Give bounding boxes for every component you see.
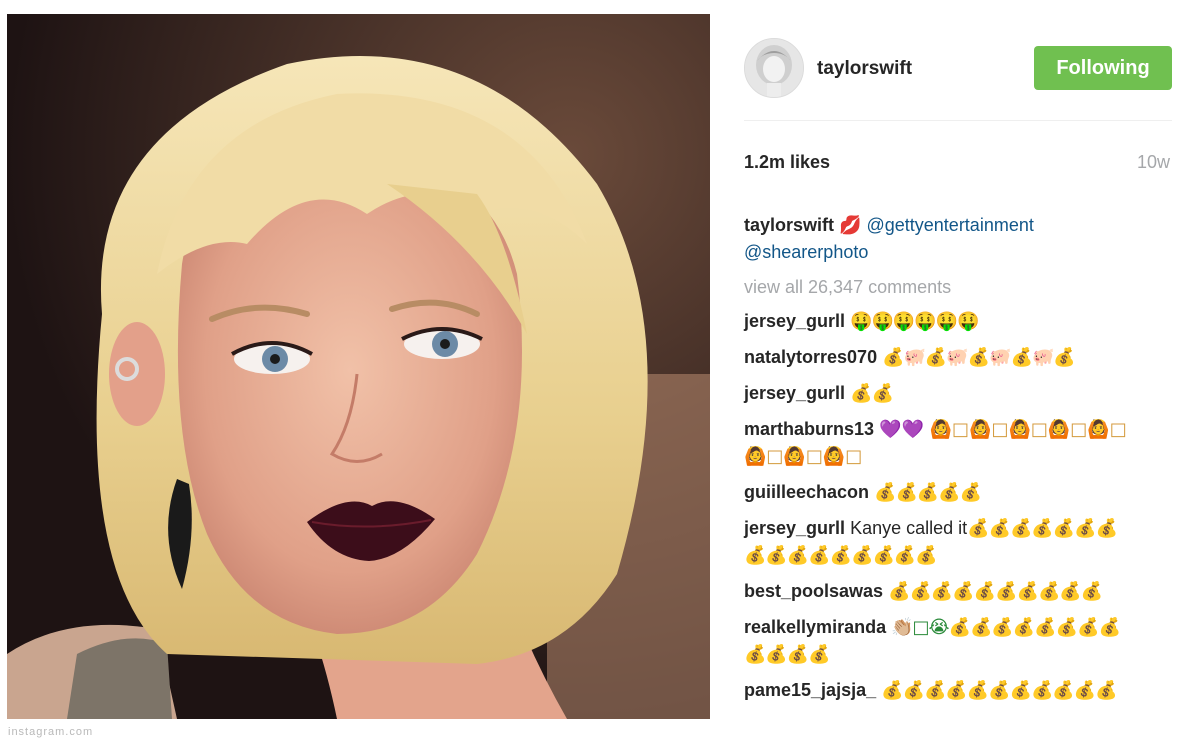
comment-username[interactable]: best_poolsawas	[744, 581, 883, 601]
comment-text: 💰💰💰💰💰💰💰💰💰💰	[888, 581, 1103, 602]
comment-username[interactable]: jersey_gurll	[744, 311, 845, 331]
comment-username[interactable]: jersey_gurll	[744, 383, 845, 403]
comment-text: Kanye called it	[850, 518, 968, 538]
view-all-comments-link[interactable]: view all 26,347 comments	[744, 274, 1172, 300]
comment-username[interactable]: pame15_jajsja_	[744, 680, 876, 700]
avatar[interactable]	[744, 38, 804, 98]
comment-text-continued: 💰💰💰💰💰💰💰💰💰	[744, 545, 938, 566]
post-header: taylorswift Following	[744, 30, 1172, 121]
comment-username[interactable]: jersey_gurll	[744, 518, 845, 538]
kiss-emoji-icon: 💋	[839, 215, 862, 236]
comment: jersey_gurll 🤑🤑🤑🤑🤑🤑	[744, 308, 1172, 335]
comment: guiilleechacon 💰💰💰💰💰	[744, 479, 1172, 506]
post-details-panel: taylorswift Following 1.2m likes 10w tay…	[744, 30, 1172, 730]
comment-username[interactable]: natalytorres070	[744, 347, 877, 367]
comment: best_poolsawas 💰💰💰💰💰💰💰💰💰💰	[744, 578, 1172, 605]
comment: jersey_gurll 💰💰	[744, 380, 1172, 407]
comment: jersey_gurll Kanye called it💰💰💰💰💰💰💰 💰💰💰💰…	[744, 515, 1172, 569]
avatar-image	[745, 39, 803, 97]
likes-count[interactable]: 1.2m likes	[744, 152, 830, 173]
portrait-illustration	[7, 14, 710, 719]
comment-text: 💜💜 🙆□🙆□🙆□🙆□🙆□	[879, 419, 1127, 440]
mention-link[interactable]: @gettyentertainment	[866, 215, 1033, 235]
comment-text-continued: 💰💰💰💰	[744, 644, 831, 665]
post-author-username[interactable]: taylorswift	[817, 58, 912, 80]
comment-username[interactable]: marthaburns13	[744, 419, 874, 439]
post-photo[interactable]	[7, 14, 710, 719]
comments-section: taylorswift 💋 @gettyentertainment @shear…	[744, 212, 1172, 713]
comment-text: 👏🏼□😭💰💰💰💰💰💰💰💰	[891, 617, 1121, 638]
mention-link[interactable]: @shearerphoto	[744, 242, 868, 262]
post-caption: taylorswift 💋 @gettyentertainment @shear…	[744, 212, 1172, 266]
comment-text: 💰💰	[850, 383, 894, 404]
post-stats: 1.2m likes 10w	[744, 121, 1172, 177]
comment-text: 🤑🤑🤑🤑🤑🤑	[850, 311, 979, 332]
comment: marthaburns13 💜💜 🙆□🙆□🙆□🙆□🙆□ 🙆□🙆□🙆□	[744, 416, 1172, 470]
post-timestamp[interactable]: 10w	[1137, 152, 1170, 173]
comment: pame15_jajsja_ 💰💰💰💰💰💰💰💰💰💰💰	[744, 677, 1172, 704]
comment-emoji: 💰💰💰💰💰💰💰	[967, 518, 1118, 539]
caption-username[interactable]: taylorswift	[744, 215, 834, 235]
comment: natalytorres070 💰🐖💰🐖💰🐖💰🐖💰	[744, 344, 1172, 371]
photo-source-label: instagram.com	[8, 726, 94, 738]
comment: realkellymiranda 👏🏼□😭💰💰💰💰💰💰💰💰 💰💰💰💰	[744, 614, 1172, 668]
comment-text: 💰💰💰💰💰	[874, 482, 982, 503]
comment-username[interactable]: realkellymiranda	[744, 617, 886, 637]
comment-text: 💰🐖💰🐖💰🐖💰🐖💰	[882, 347, 1076, 368]
following-button[interactable]: Following	[1034, 46, 1172, 90]
comment-text: 💰💰💰💰💰💰💰💰💰💰💰	[881, 680, 1118, 701]
comment-username[interactable]: guiilleechacon	[744, 482, 869, 502]
comment-text-continued: 🙆□🙆□🙆□	[744, 446, 863, 467]
